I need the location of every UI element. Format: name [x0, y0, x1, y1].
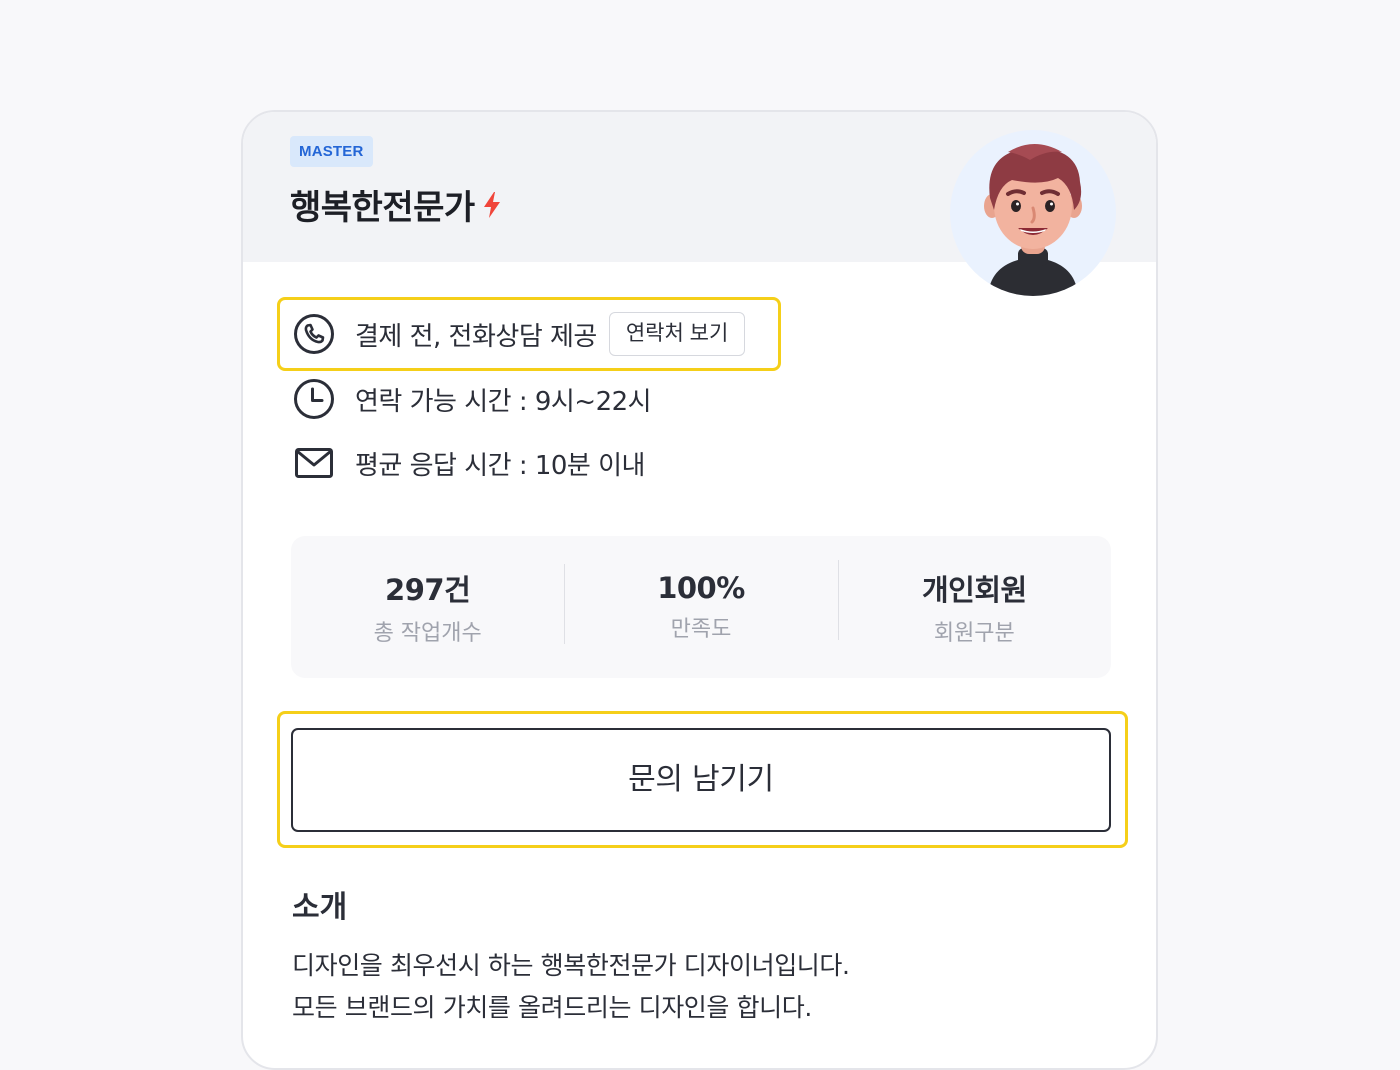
contact-hours-row: 연락 가능 시간 : 9시~22시 [293, 377, 652, 421]
stat-total-jobs: 297건 총 작업개수 [291, 567, 564, 647]
intro-line: 모든 브랜드의 가치를 올려드리는 디자인을 합니다. [292, 993, 812, 1022]
mail-icon [295, 448, 333, 478]
stats-panel: 297건 총 작업개수 100% 만족도 개인회원 회원구분 [291, 536, 1111, 678]
master-badge: MASTER [290, 136, 373, 167]
stat-label: 총 작업개수 [373, 621, 482, 646]
response-time-row: 평균 응답 시간 : 10분 이내 [293, 441, 645, 485]
phone-consult-row: 결제 전, 전화상담 제공 연락처 보기 [293, 312, 746, 356]
phone-icon [294, 314, 334, 354]
intro-description: 디자인을 최우선시 하는 행복한전문가 디자이너입니다. 모든 브랜드의 가치를… [292, 945, 850, 1029]
stat-member-type: 개인회원 회원구분 [837, 560, 1111, 647]
contact-hours-text: 연락 가능 시간 : 9시~22시 [355, 386, 652, 417]
intro-title: 소개 [292, 890, 348, 925]
phone-consult-text: 결제 전, 전화상담 제공 [355, 321, 597, 352]
clock-icon [294, 379, 334, 419]
expert-name: 행복한전문가 [290, 188, 475, 228]
stat-value: 297건 [385, 573, 471, 607]
stat-label: 회원구분 [933, 621, 1015, 646]
stat-label: 만족도 [670, 617, 732, 642]
expert-profile-card: MASTER 행복한전문가 결제 전, 전화상담 제공 연락처 보기 연락 가능… [241, 110, 1158, 1070]
intro-line: 디자인을 최우선시 하는 행복한전문가 디자이너입니다. [292, 951, 850, 980]
stat-value: 개인회원 [921, 573, 1027, 607]
lightning-bolt-icon [483, 191, 500, 218]
avatar-illustration [984, 144, 1082, 296]
name-row: 행복한전문가 [290, 180, 503, 229]
stat-satisfaction: 100% 만족도 [564, 564, 837, 644]
leave-inquiry-button[interactable]: 문의 남기기 [291, 728, 1111, 832]
response-time-text: 평균 응답 시간 : 10분 이내 [355, 450, 645, 481]
inquiry-highlight: 문의 남기기 [277, 711, 1128, 848]
view-contact-button[interactable]: 연락처 보기 [608, 312, 746, 356]
avatar [950, 130, 1116, 296]
stat-value: 100% [657, 571, 745, 605]
